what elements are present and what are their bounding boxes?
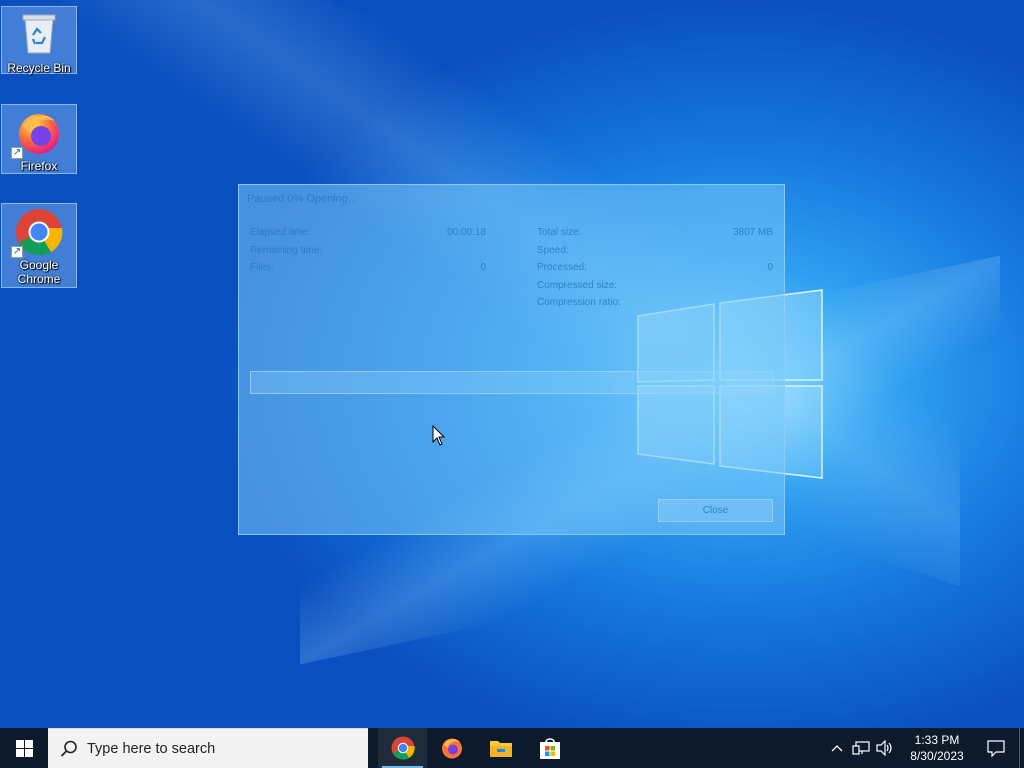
firefox-icon: ↗ <box>11 109 63 159</box>
taskbar-app-chrome[interactable] <box>378 728 427 768</box>
chevron-up-icon <box>831 745 843 752</box>
search-placeholder: Type here to search <box>87 740 216 757</box>
network-icon <box>852 741 870 755</box>
stat-row: Processed: 0 <box>537 261 773 279</box>
desktop-icon-firefox[interactable]: ↗ Firefox <box>1 104 77 174</box>
stat-value: 0 <box>480 262 486 273</box>
mouse-cursor-icon <box>432 425 446 446</box>
system-tray: 1:33 PM 8/30/2023 <box>825 728 1024 768</box>
stat-value: 3807 MB <box>732 227 773 238</box>
taskbar-app-firefox[interactable] <box>427 728 476 768</box>
show-hidden-icons-button[interactable] <box>825 744 849 752</box>
stat-label: Speed: <box>537 244 569 256</box>
stats-right: Total size: 3807 MB Speed: Processed: 0 … <box>537 226 773 314</box>
clock-date: 8/30/2023 <box>910 749 964 763</box>
stat-label: Remaining time: <box>250 244 323 256</box>
progress-bar <box>250 371 774 394</box>
windows-start-icon <box>15 739 33 757</box>
desktop-icon-label: Firefox <box>20 159 58 173</box>
desktop-icon-chrome[interactable]: ↗ Google Chrome <box>1 203 77 288</box>
recycle-bin-icon <box>15 11 63 59</box>
stat-value: 0 <box>767 262 773 273</box>
taskbar-app-file-explorer[interactable] <box>476 728 525 768</box>
desktop-icon-label: Recycle Bin <box>7 61 71 75</box>
stat-row: Total size: 3807 MB <box>537 226 773 244</box>
network-button[interactable] <box>849 740 873 756</box>
stat-label: Elapsed time: <box>250 227 311 238</box>
stat-label: Total size: <box>537 227 582 238</box>
shortcut-arrow-icon: ↗ <box>11 147 23 159</box>
stat-label: Compression ratio: <box>537 297 621 308</box>
volume-button[interactable] <box>873 740 897 756</box>
search-icon <box>60 740 77 757</box>
speaker-icon <box>876 740 892 756</box>
microsoft-store-icon <box>539 738 560 759</box>
taskbar: Type here to search 1:33 PM 8/30/2023 <box>0 728 1024 768</box>
stat-row: Elapsed time: 00:00:18 <box>250 226 486 244</box>
firefox-icon <box>441 738 462 759</box>
stat-value: 00:00:18 <box>447 227 486 238</box>
stat-row: Remaining time: <box>250 244 486 262</box>
stat-label: Processed: <box>537 262 588 273</box>
stat-row: Speed: <box>537 244 773 262</box>
taskbar-search-box[interactable]: Type here to search <box>48 728 368 768</box>
show-desktop-button[interactable] <box>1019 728 1024 768</box>
stat-label: Files: <box>250 262 274 273</box>
chrome-icon <box>391 736 415 760</box>
desktop-icon-label: Google Chrome <box>17 258 61 286</box>
taskbar-clock[interactable]: 1:33 PM 8/30/2023 <box>901 732 973 764</box>
stat-label: Compressed size: <box>537 279 618 291</box>
clock-time: 1:33 PM <box>914 733 960 747</box>
close-button[interactable]: Close <box>658 499 773 522</box>
stats-left: Elapsed time: 00:00:18 Remaining time: F… <box>250 226 486 279</box>
notification-icon <box>987 739 1005 757</box>
stat-row: Compression ratio: <box>537 296 773 314</box>
desktop: Recycle Bin ↗ Firefox ↗ Google Chrome Pa… <box>0 0 1024 728</box>
dialog-title: Paused 0% Opening... <box>247 193 358 205</box>
stat-row: Compressed size: <box>537 279 773 297</box>
action-center-button[interactable] <box>973 739 1019 757</box>
start-button[interactable] <box>0 728 48 768</box>
desktop-icon-recycle-bin[interactable]: Recycle Bin <box>1 6 77 75</box>
stat-row: Files: 0 <box>250 261 486 279</box>
shortcut-arrow-icon: ↗ <box>11 246 23 258</box>
extraction-progress-dialog: Paused 0% Opening... Elapsed time: 00:00… <box>238 184 785 535</box>
taskbar-app-microsoft-store[interactable] <box>525 728 574 768</box>
chrome-icon: ↗ <box>11 208 63 258</box>
file-explorer-icon <box>489 741 512 757</box>
